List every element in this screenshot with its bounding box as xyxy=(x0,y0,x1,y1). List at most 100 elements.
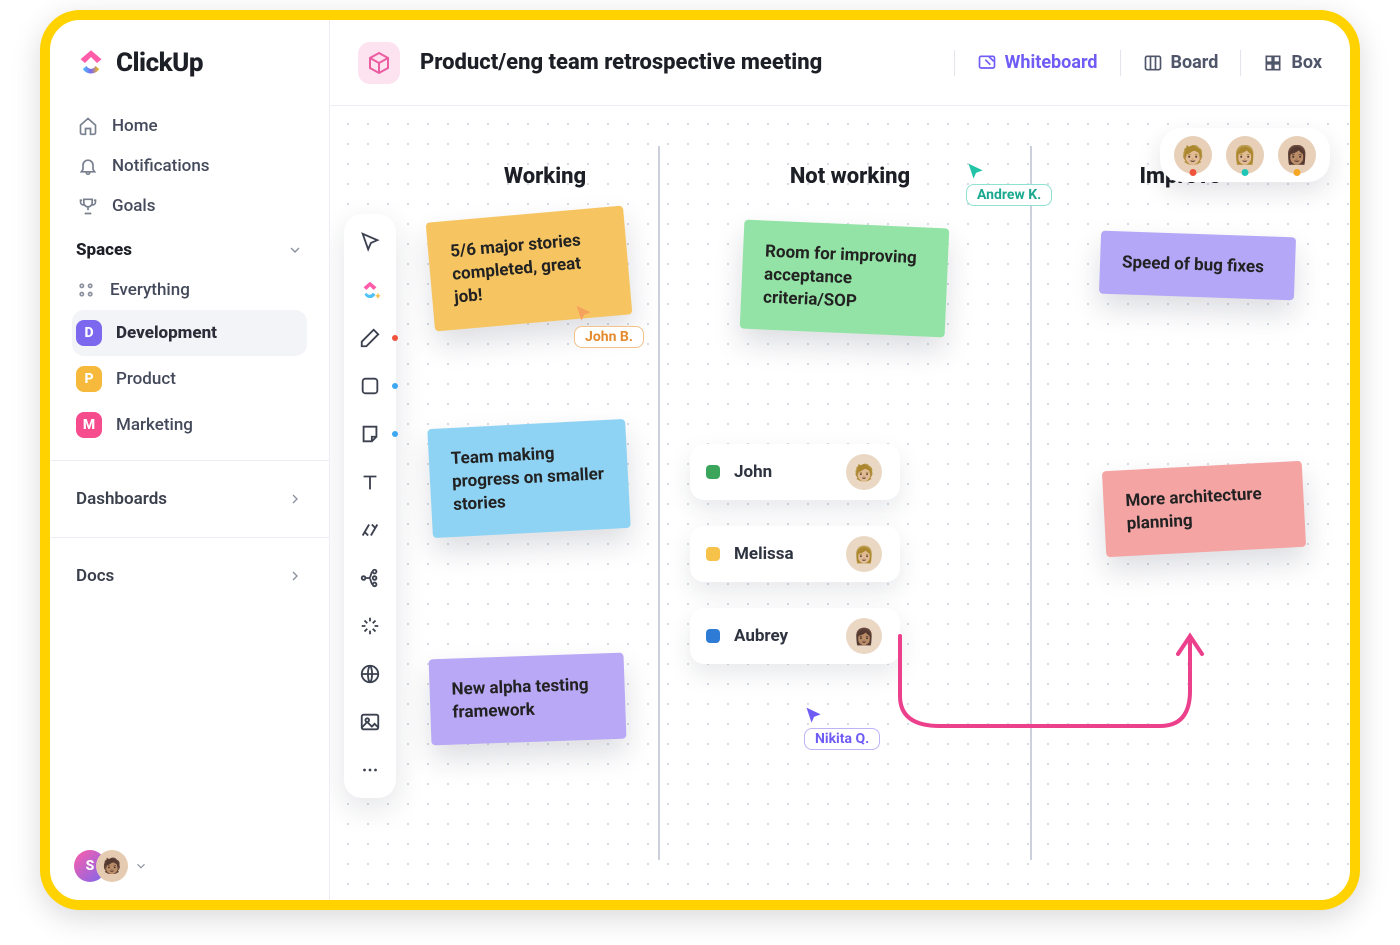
user-menu[interactable]: S 🧑🏽 xyxy=(72,850,307,882)
nav-home-label: Home xyxy=(112,116,158,136)
presence-avatar: 👩🏼 xyxy=(1226,136,1264,174)
docs-row[interactable]: Docs xyxy=(72,550,307,602)
cube-icon xyxy=(367,51,391,75)
board-icon xyxy=(1143,53,1163,73)
sticky-text: Team making progress on smaller stories xyxy=(450,444,604,515)
space-development[interactable]: D Development xyxy=(72,310,307,356)
view-box[interactable]: Box xyxy=(1263,52,1322,73)
mindmap-icon xyxy=(359,567,381,589)
sticky-text: 5/6 major stories completed, great job! xyxy=(449,230,581,307)
globe-icon xyxy=(359,663,381,685)
view-whiteboard[interactable]: Whiteboard xyxy=(977,52,1098,73)
sticky-note[interactable]: More architecture planning xyxy=(1102,461,1306,557)
trophy-icon xyxy=(78,196,98,216)
sticky-text: Speed of bug fixes xyxy=(1122,252,1265,277)
image-icon xyxy=(359,711,381,733)
tool-shape[interactable] xyxy=(356,372,384,400)
text-icon xyxy=(359,471,381,493)
column-notworking-header: Not working xyxy=(760,164,940,189)
pen-icon xyxy=(359,327,381,349)
avatar: 👩🏽 xyxy=(846,618,882,654)
space-product[interactable]: P Product xyxy=(72,356,307,402)
space-marketing-label: Marketing xyxy=(116,415,193,435)
view-board[interactable]: Board xyxy=(1143,52,1219,73)
chevron-down-icon xyxy=(287,242,303,258)
nav-notifications[interactable]: Notifications xyxy=(72,146,307,186)
status-square xyxy=(706,629,720,643)
cursor-label: Nikita Q. xyxy=(804,728,880,750)
more-icon xyxy=(359,759,381,781)
pointer-icon xyxy=(359,231,381,253)
dashboards-label: Dashboards xyxy=(76,489,167,509)
cursor-label: Andrew K. xyxy=(966,184,1052,206)
svg-text:+: + xyxy=(376,292,381,301)
tool-pointer[interactable] xyxy=(356,228,384,256)
presence-indicators[interactable]: 🧑🏼 👩🏼 👩🏽 xyxy=(1160,128,1330,182)
brand[interactable]: ClickUp xyxy=(72,48,307,78)
docs-label: Docs xyxy=(76,566,114,586)
nav-home[interactable]: Home xyxy=(72,106,307,146)
main: Product/eng team retrospective meeting W… xyxy=(330,20,1350,900)
sticky-note[interactable]: Team making progress on smaller stories xyxy=(427,419,630,538)
tool-sticky[interactable] xyxy=(356,420,384,448)
column-divider xyxy=(658,146,660,860)
divider xyxy=(50,537,329,538)
column-working-header: Working xyxy=(470,164,620,189)
tool-more[interactable] xyxy=(356,756,384,784)
sparkles-icon xyxy=(359,615,381,637)
tool-pen[interactable] xyxy=(356,324,384,352)
bell-icon xyxy=(78,156,98,176)
everything-icon xyxy=(76,280,96,300)
clickup-logo-icon xyxy=(76,48,106,78)
dashboards-row[interactable]: Dashboards xyxy=(72,473,307,525)
tool-ai[interactable] xyxy=(356,612,384,640)
presence-avatar: 👩🏽 xyxy=(1278,136,1316,174)
status-square xyxy=(706,547,720,561)
clickup-plus-icon: + xyxy=(359,279,381,301)
app-frame: ClickUp Home Notifications Goals Spaces … xyxy=(40,10,1360,910)
space-product-label: Product xyxy=(116,369,176,389)
chevron-right-icon xyxy=(287,491,303,507)
cursor-icon xyxy=(804,706,824,726)
sticky-text: More architecture planning xyxy=(1125,484,1262,534)
connector-arrow[interactable] xyxy=(890,616,1210,756)
view-box-label: Box xyxy=(1291,52,1322,73)
tool-mindmap[interactable] xyxy=(356,564,384,592)
nav-goals[interactable]: Goals xyxy=(72,186,307,226)
sticky-note[interactable]: Room for improving acceptance criteria/S… xyxy=(740,220,950,338)
chip-label: Aubrey xyxy=(734,626,788,646)
box-icon xyxy=(1263,53,1283,73)
sticky-note[interactable]: Speed of bug fixes xyxy=(1099,231,1296,301)
tool-text[interactable] xyxy=(356,468,384,496)
sticky-text: New alpha testing framework xyxy=(451,675,589,723)
user-chip-aubrey[interactable]: Aubrey 👩🏽 xyxy=(690,608,900,664)
chevron-right-icon xyxy=(287,568,303,584)
user-chip-melissa[interactable]: Melissa 👩🏼 xyxy=(690,526,900,582)
divider xyxy=(50,460,329,461)
tool-connector[interactable] xyxy=(356,516,384,544)
space-development-badge: D xyxy=(76,320,102,346)
tool-web[interactable] xyxy=(356,660,384,688)
status-square xyxy=(706,465,720,479)
toolbar: + xyxy=(344,214,396,798)
tool-clickup[interactable]: + xyxy=(356,276,384,304)
remote-cursor-andrew: Andrew K. xyxy=(966,162,1052,206)
separator xyxy=(1120,50,1121,76)
avatar: 👩🏼 xyxy=(846,536,882,572)
space-marketing[interactable]: M Marketing xyxy=(72,402,307,448)
whiteboard-canvas[interactable]: 🧑🏼 👩🏼 👩🏽 + Working Not xyxy=(330,106,1350,900)
chip-label: Melissa xyxy=(734,544,794,564)
square-icon xyxy=(359,375,381,397)
tool-image[interactable] xyxy=(356,708,384,736)
view-whiteboard-label: Whiteboard xyxy=(1005,52,1098,73)
space-development-label: Development xyxy=(116,323,217,343)
space-everything[interactable]: Everything xyxy=(72,270,307,310)
sticky-note[interactable]: New alpha testing framework xyxy=(429,653,627,746)
remote-cursor-nikita: Nikita Q. xyxy=(804,706,880,750)
page-title: Product/eng team retrospective meeting xyxy=(420,50,822,75)
space-everything-label: Everything xyxy=(110,280,190,300)
spaces-header[interactable]: Spaces xyxy=(72,226,307,270)
brand-name: ClickUp xyxy=(116,48,203,78)
user-chip-john[interactable]: John 🧑🏼 xyxy=(690,444,900,500)
nav-goals-label: Goals xyxy=(112,196,155,216)
